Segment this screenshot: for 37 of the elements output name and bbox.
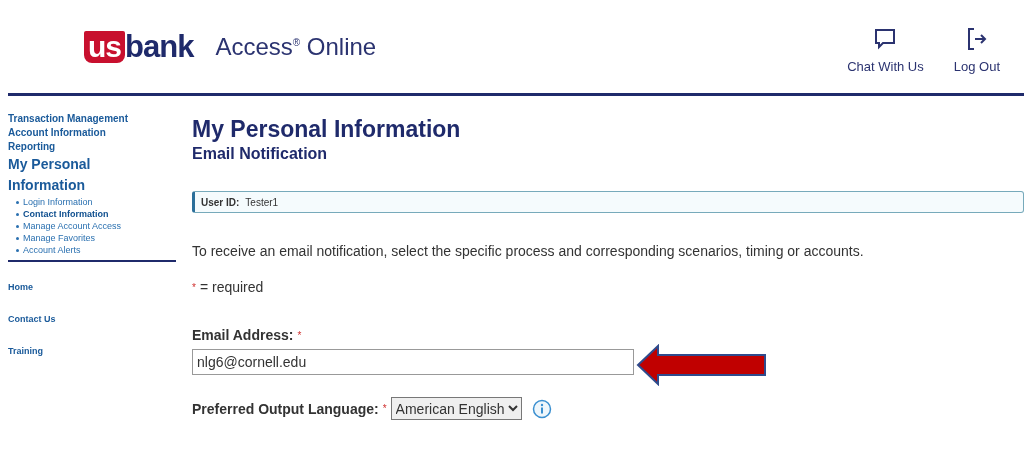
bullet-icon [16,213,19,217]
info-icon[interactable] [531,398,552,419]
intro-text: To receive an email notification, select the specific process and corresponding scenarios, timing or accounts. [192,243,865,259]
required-mark: * [297,329,302,341]
bullet-icon [16,201,19,205]
logout-link[interactable]: Log Out [953,27,1000,74]
sidebar-subitem[interactable]: Manage Favorites [8,232,176,244]
page-subtitle: Email Notification [192,145,329,163]
chat-link[interactable]: Chat With Us [847,27,924,74]
sidebar-subitem[interactable]: Account Alerts [8,244,176,256]
sidebar-subitem[interactable]: Login Information [8,196,176,208]
page-title: My Personal Information [192,116,462,143]
logout-icon [966,27,987,51]
sidebar-link[interactable]: Home [8,282,176,292]
required-mark: * [382,403,387,414]
sidebar-item[interactable]: Transaction Management [8,112,176,126]
email-field[interactable]: nlg6@cornell.edu [192,349,634,375]
field-label: Email Address: [192,327,294,343]
sidebar-link[interactable]: Contact Us [8,314,176,324]
chat-icon [873,27,898,51]
bullet-icon [16,225,19,229]
product-name: Access$^{®}$ Online [215,32,377,61]
sidebar-item[interactable]: Account Information [8,126,176,140]
user-id-value: Tester1 [245,196,279,208]
field-label: Preferred Output Language: [192,400,379,417]
bullet-icon [16,249,19,253]
sidebar-subitem[interactable]: Manage Account Access [8,220,176,232]
sidebar-subitem[interactable]: Contact Information [8,208,176,220]
bullet-icon [16,237,19,241]
language-select[interactable]: American English [390,397,522,420]
sidebar-link[interactable]: Training [8,346,176,356]
sidebar-item[interactable]: Reporting [8,140,176,154]
required-note: = required [199,279,264,295]
user-id-label: User ID: [201,196,240,208]
sidebar-heading[interactable]: My Personal Information [8,154,128,196]
required-mark: * [192,281,196,293]
bank-logo: usbank [84,28,194,65]
